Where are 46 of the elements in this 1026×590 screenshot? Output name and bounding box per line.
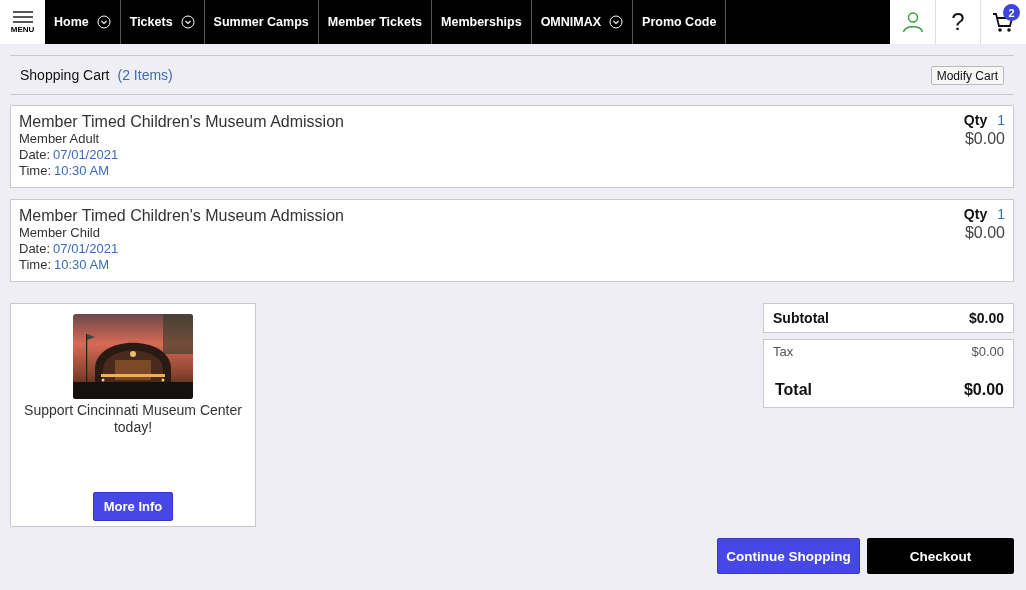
nav-link[interactable]: Tickets [120, 0, 205, 44]
nav-link[interactable]: Memberships [432, 0, 532, 44]
more-info-button[interactable]: More Info [92, 492, 174, 521]
tax-label: Tax [773, 344, 794, 359]
continue-shopping-button[interactable]: Continue Shopping [717, 538, 860, 574]
time-value: 10:30 AM [54, 163, 109, 179]
tax-value: $0.00 [971, 344, 1004, 359]
promo-text: Support Cincinnati Museum Center today! [23, 402, 243, 437]
qty-value: 1 [997, 112, 1005, 129]
nav-link[interactable]: Home [45, 0, 121, 44]
subtotal-value: $0.00 [968, 310, 1004, 326]
item-name: Member Timed Children's Museum Admission [19, 112, 344, 131]
date-label: Date: [19, 147, 51, 163]
chevron-down-icon [609, 15, 624, 29]
qty-label: Qty [963, 112, 988, 129]
item-count: (2 Items) [117, 67, 173, 83]
checkout-button[interactable]: Checkout [867, 538, 1014, 574]
menu-button[interactable]: MENU [0, 0, 45, 44]
qty-label: Qty [963, 206, 988, 223]
cart-icon [992, 11, 1014, 33]
cart-title: Shopping Cart [20, 67, 110, 83]
total-label: Total [775, 381, 813, 399]
time-label: Time: [19, 163, 52, 179]
nav-link[interactable]: OMNIMAX [531, 0, 634, 44]
chevron-down-icon [180, 15, 195, 29]
time-label: Time: [19, 257, 52, 273]
item-name: Member Timed Children's Museum Admission [19, 206, 344, 225]
time-value: 10:30 AM [54, 257, 109, 273]
nav-link[interactable]: Member Tickets [318, 0, 433, 44]
nav-link[interactable]: Promo Code [633, 0, 727, 44]
ticket-type: Member Child [19, 225, 101, 241]
cart-count-badge: 2 [1003, 4, 1020, 21]
modify-cart-button[interactable]: Modify Cart [930, 65, 1004, 85]
date-label: Date: [19, 241, 51, 257]
qty-value: 1 [997, 206, 1005, 223]
date-value: 07/01/2021 [53, 147, 119, 163]
person-icon [901, 11, 924, 33]
item-price: $0.00 [964, 129, 1005, 148]
menu-icon [12, 10, 33, 23]
subtotal-label: Subtotal [773, 310, 829, 326]
total-value: $0.00 [963, 381, 1004, 399]
item-price: $0.00 [964, 223, 1005, 242]
date-value: 07/01/2021 [53, 241, 119, 257]
chevron-down-icon [96, 15, 111, 29]
nav-link[interactable]: Summer Camps [204, 0, 319, 44]
ticket-type: Member Adult [19, 131, 101, 147]
